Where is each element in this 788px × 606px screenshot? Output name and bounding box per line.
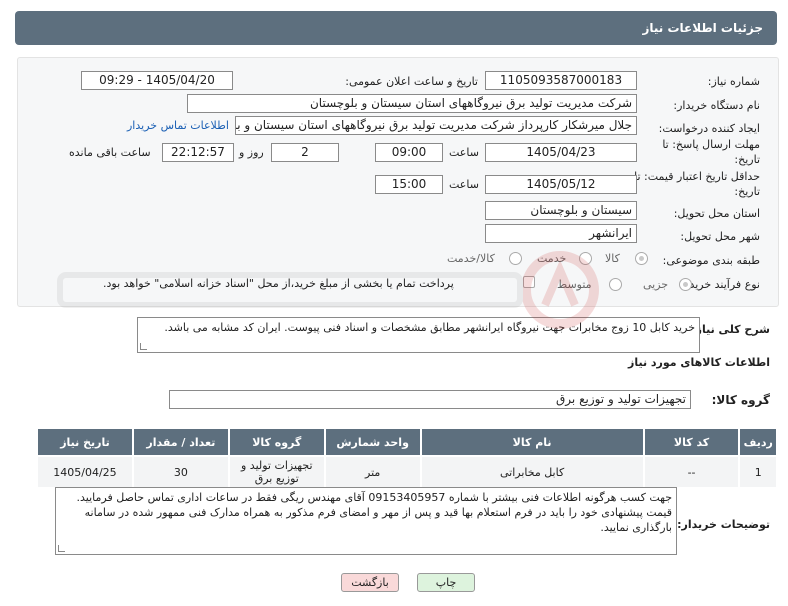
- treasury-payment-checkbox[interactable]: [523, 276, 535, 288]
- price-time-field[interactable]: 15:00: [375, 175, 443, 194]
- category-option-both: کالا/خدمت: [447, 252, 495, 265]
- column-header-qty: تعداد / مقدار: [131, 427, 230, 457]
- treasury-payment-note: پرداخت تمام یا بخشی از مبلغ خرید،از محل …: [103, 277, 454, 290]
- back-button[interactable]: بازگشت: [341, 573, 399, 592]
- process-label: نوع فرآیند خرید :: [682, 278, 760, 291]
- province-field[interactable]: سیستان و بلوچستان: [485, 201, 637, 220]
- cell-name: کابل مخابراتی: [419, 455, 645, 489]
- reply-date-field[interactable]: 1405/04/23: [485, 143, 637, 162]
- buyer-notes-text: جهت کسب هرگونه اطلاعات فنی بیشتر با شمار…: [76, 491, 672, 534]
- reply-time-word: ساعت: [449, 146, 479, 159]
- goods-group-label: گروه کالا:: [711, 393, 770, 407]
- page-header: جزئیات اطلاعات نیاز: [15, 11, 777, 45]
- column-header-date: تاریخ نیاز: [36, 427, 134, 457]
- table-row: 1 -- کابل مخابراتی متر تجهیزات تولید و ت…: [36, 455, 778, 489]
- page-frame: جزئیات اطلاعات نیاز شماره نیاز: 11050935…: [3, 3, 784, 603]
- buyer-org-label: نام دستگاه خریدار:: [673, 99, 760, 112]
- resize-handle-icon[interactable]: [140, 343, 147, 350]
- page-title: جزئیات اطلاعات نیاز: [642, 21, 763, 35]
- price-deadline-label: حداقل تاریخ اعتبار قیمت: تا تاریخ:: [634, 170, 760, 198]
- goods-table: ردیف کد کالا نام کالا واحد شمارش گروه کا…: [36, 427, 778, 489]
- buyer-notes-textarea[interactable]: جهت کسب هرگونه اطلاعات فنی بیشتر با شمار…: [55, 487, 677, 555]
- cell-unit: متر: [323, 455, 422, 489]
- category-radio-service[interactable]: [579, 252, 592, 265]
- announce-datetime-field[interactable]: 1405/04/20 - 09:29: [81, 71, 233, 90]
- goods-section-title: اطلاعات کالاهای مورد نیاز: [628, 356, 770, 369]
- reply-time-field[interactable]: 09:00: [375, 143, 443, 162]
- days-field[interactable]: 2: [271, 143, 339, 162]
- city-label: شهر محل تحویل:: [680, 230, 760, 243]
- buyer-contact-link[interactable]: اطلاعات تماس خریدار: [127, 119, 229, 132]
- column-header-group: گروه کالا: [227, 427, 326, 457]
- buyer-notes-label: توضیحات خریدار:: [677, 518, 770, 531]
- summary-text: خرید کابل 10 زوج مخابرات جهت نیروگاه ایر…: [164, 321, 695, 334]
- province-label: استان محل تحویل:: [673, 207, 760, 220]
- summary-label: شرح کلی نیاز:: [691, 323, 770, 336]
- category-radio-both[interactable]: [509, 252, 522, 265]
- need-number-label: شماره نیاز:: [707, 75, 760, 88]
- remaining-time-field[interactable]: 22:12:57: [162, 143, 234, 162]
- print-button[interactable]: چاپ: [417, 573, 475, 592]
- category-option-service: خدمت: [537, 252, 567, 265]
- goods-table-header-row: ردیف کد کالا نام کالا واحد شمارش گروه کا…: [36, 427, 778, 457]
- reply-deadline-label: مهلت ارسال پاسخ: تا تاریخ:: [662, 138, 760, 166]
- city-field[interactable]: ایرانشهر: [485, 224, 637, 243]
- column-header-row: ردیف: [738, 427, 778, 457]
- requester-label: ایجاد کننده درخواست:: [658, 122, 760, 135]
- cell-group: تجهیزات تولید و توزیع برق: [227, 455, 326, 489]
- process-option-minor: جزیی: [643, 278, 669, 291]
- goods-group-field[interactable]: تجهیزات تولید و توزیع برق: [169, 390, 691, 409]
- announce-label: تاریخ و ساعت اعلان عمومی:: [345, 75, 478, 88]
- requester-field[interactable]: جلال میرشکار کارپرداز شرکت مدیریت تولید …: [235, 116, 637, 135]
- process-radio-minor[interactable]: [679, 278, 692, 291]
- process-radio-medium[interactable]: [609, 278, 622, 291]
- column-header-unit: واحد شمارش: [323, 427, 422, 457]
- cell-code: --: [642, 455, 741, 489]
- cell-qty: 30: [131, 455, 230, 489]
- cell-row: 1: [738, 455, 778, 489]
- remaining-word: ساعت باقی مانده: [69, 146, 151, 159]
- process-option-medium: متوسط: [557, 278, 592, 291]
- category-label: طبقه بندی موضوعی:: [662, 254, 760, 267]
- category-option-goods: کالا: [605, 252, 620, 265]
- cell-date: 1405/04/25: [36, 455, 134, 489]
- resize-handle-icon[interactable]: [58, 545, 65, 552]
- summary-textarea[interactable]: خرید کابل 10 زوج مخابرات جهت نیروگاه ایر…: [137, 317, 700, 353]
- buyer-org-field[interactable]: شرکت مدیریت تولید برق نیروگاههای استان س…: [187, 94, 637, 113]
- category-radio-goods[interactable]: [635, 252, 648, 265]
- column-header-code: کد کالا: [642, 427, 741, 457]
- price-date-field[interactable]: 1405/05/12: [485, 175, 637, 194]
- price-time-word: ساعت: [449, 178, 479, 191]
- days-word: روز و: [239, 146, 264, 159]
- column-header-name: نام کالا: [419, 427, 645, 457]
- need-number-field[interactable]: 1105093587000183: [485, 71, 637, 90]
